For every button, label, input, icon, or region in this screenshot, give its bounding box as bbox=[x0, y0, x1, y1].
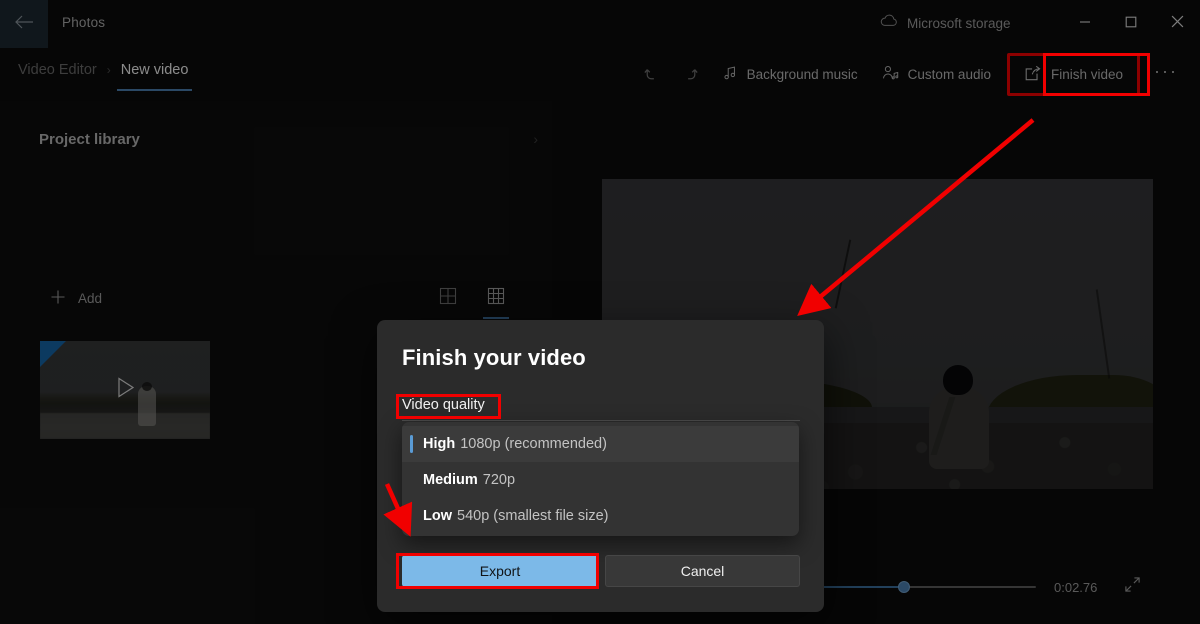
photos-video-editor-window: Photos Microsoft storage Video Editor › … bbox=[0, 0, 1200, 624]
quality-option-low[interactable]: Low 540p (smallest file size) bbox=[402, 498, 799, 534]
breadcrumb-video-editor[interactable]: Video Editor bbox=[14, 62, 101, 78]
quality-option-medium-detail: 720p bbox=[482, 472, 516, 488]
minimize-button[interactable] bbox=[1062, 0, 1108, 48]
thumbnail-person-body bbox=[138, 386, 156, 426]
slider-knob[interactable] bbox=[898, 581, 910, 593]
dialog-actions: Export Cancel bbox=[402, 555, 800, 587]
quality-option-medium[interactable]: Medium 720p bbox=[402, 462, 799, 498]
maximize-button[interactable] bbox=[1108, 0, 1154, 48]
add-label: Add bbox=[78, 291, 103, 306]
quality-option-high-name: High bbox=[423, 436, 456, 452]
more-options-button[interactable]: ··· bbox=[1144, 61, 1186, 88]
breadcrumb-new-video[interactable]: New video bbox=[116, 62, 193, 91]
custom-audio-label: Custom audio bbox=[907, 67, 991, 82]
quality-option-high-detail: 1080p (recommended) bbox=[460, 436, 607, 452]
person-audio-icon bbox=[882, 65, 899, 84]
undo-icon bbox=[642, 64, 661, 86]
playback-slider[interactable] bbox=[820, 579, 1036, 595]
breadcrumb-separator: › bbox=[106, 63, 111, 77]
share-export-icon bbox=[1024, 65, 1042, 85]
fullscreen-button[interactable] bbox=[1124, 576, 1141, 598]
slider-fill bbox=[820, 586, 904, 588]
background-music-label: Background music bbox=[746, 67, 858, 82]
selected-corner-marker bbox=[40, 341, 66, 367]
music-note-icon bbox=[722, 65, 738, 84]
custom-audio-button[interactable]: Custom audio bbox=[870, 56, 1003, 94]
quality-option-medium-name: Medium bbox=[423, 472, 478, 488]
quality-option-low-detail: 540p (smallest file size) bbox=[457, 508, 609, 524]
app-title: Photos bbox=[62, 15, 106, 30]
back-button[interactable] bbox=[0, 0, 48, 48]
plus-icon bbox=[50, 289, 66, 308]
arrow-left-icon bbox=[14, 14, 34, 35]
maximize-icon bbox=[1125, 15, 1137, 33]
video-quality-dropdown-list[interactable]: High 1080p (recommended) Medium 720p Low… bbox=[402, 422, 799, 536]
editor-actions: Background music Custom audio Finish vid… bbox=[632, 48, 1186, 101]
finish-video-button[interactable]: Finish video bbox=[1006, 53, 1141, 96]
cloud-icon bbox=[880, 14, 898, 32]
selected-indicator bbox=[410, 435, 413, 453]
library-view-toggles bbox=[434, 287, 510, 319]
dialog-divider bbox=[402, 420, 800, 421]
thumbnail-person-head bbox=[142, 382, 152, 391]
redo-button[interactable] bbox=[671, 56, 710, 94]
export-button[interactable]: Export bbox=[402, 555, 598, 587]
grid-3x3-icon bbox=[487, 287, 505, 310]
finish-video-label: Finish video bbox=[1050, 67, 1124, 82]
timecode-label: 0:02.76 bbox=[1054, 579, 1098, 595]
title-bar: Photos Microsoft storage bbox=[0, 0, 1200, 48]
microsoft-storage-status[interactable]: Microsoft storage bbox=[880, 14, 1011, 32]
chevron-right-icon[interactable]: › bbox=[533, 131, 538, 147]
storage-label: Microsoft storage bbox=[907, 15, 1011, 31]
undo-button[interactable] bbox=[632, 56, 671, 94]
redo-icon bbox=[681, 64, 700, 86]
thumbnail-rocks bbox=[40, 413, 210, 439]
close-button[interactable] bbox=[1154, 0, 1200, 48]
breadcrumb: Video Editor › New video bbox=[14, 62, 193, 91]
project-library-title: Project library bbox=[39, 131, 140, 148]
view-small-grid-button[interactable] bbox=[482, 287, 510, 319]
window-controls bbox=[1062, 0, 1200, 48]
view-large-grid-button[interactable] bbox=[434, 287, 462, 319]
editor-toolbar: Video Editor › New video Background musi… bbox=[0, 48, 1200, 128]
finish-video-dialog: Finish your video Video quality High 108… bbox=[377, 320, 824, 612]
dialog-title: Finish your video bbox=[402, 345, 586, 370]
play-icon bbox=[112, 375, 138, 406]
cancel-button[interactable]: Cancel bbox=[605, 555, 800, 587]
video-quality-label: Video quality bbox=[402, 397, 485, 413]
add-media-button[interactable]: Add bbox=[50, 289, 102, 308]
quality-option-high[interactable]: High 1080p (recommended) bbox=[402, 426, 799, 462]
background-music-button[interactable]: Background music bbox=[710, 56, 870, 94]
grid-2x2-icon bbox=[439, 287, 457, 310]
quality-option-low-name: Low bbox=[423, 508, 452, 524]
library-item-thumbnail[interactable] bbox=[40, 341, 210, 439]
close-icon bbox=[1171, 15, 1184, 33]
minimize-icon bbox=[1079, 15, 1091, 33]
